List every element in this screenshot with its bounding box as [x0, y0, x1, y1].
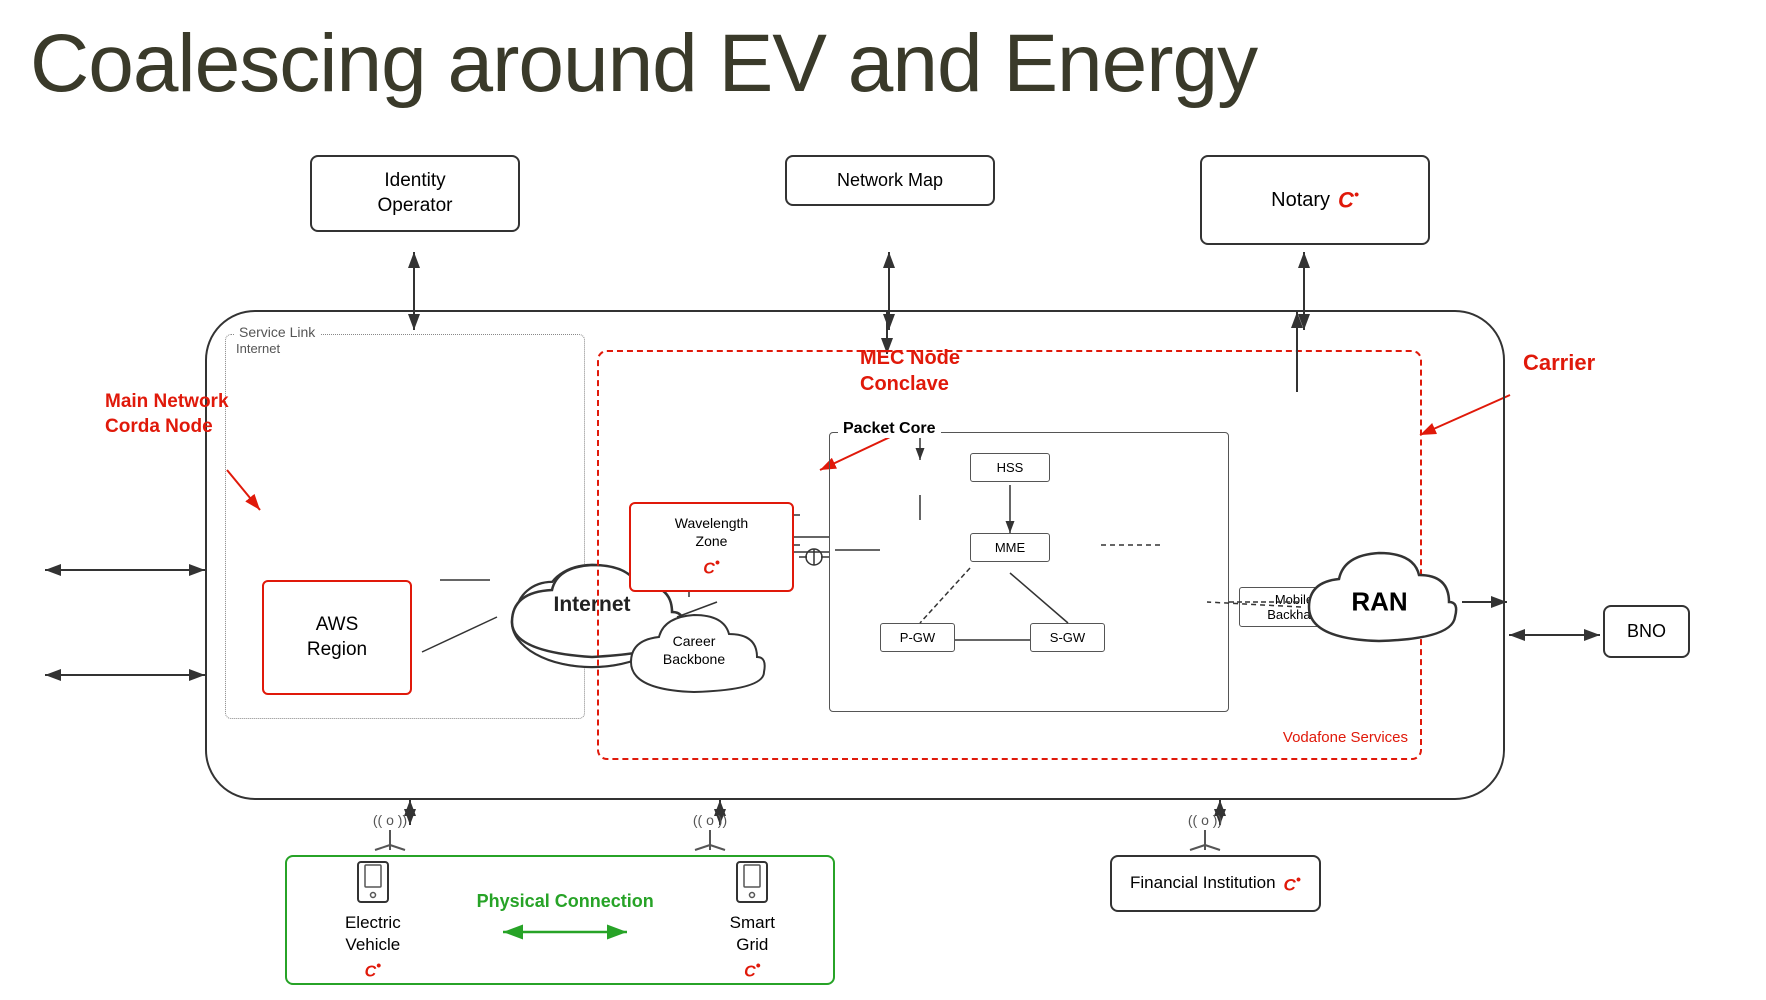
notary-label: Notary	[1271, 187, 1330, 213]
fi-label: Financial Institution	[1130, 873, 1276, 893]
ev-item: Electric Vehicle C	[345, 857, 401, 983]
sg-icon	[732, 857, 772, 907]
mec-annotation: MEC Node Conclave	[860, 345, 960, 397]
svg-text:(( o )): (( o ))	[693, 812, 727, 828]
corda-logo-wavelength: C	[703, 553, 719, 580]
corda-logo-notary: C	[1338, 185, 1359, 215]
network-map-box: Network Map	[785, 155, 995, 206]
physical-connection-box: Electric Vehicle C Physical Connection	[285, 855, 835, 985]
aws-region-box: AWS Region	[262, 580, 412, 695]
physical-connection-label: Physical Connection	[477, 891, 654, 912]
wavelength-zone-box: Wavelength Zone C	[629, 502, 794, 592]
ran-cloud: RAN	[1297, 527, 1462, 677]
tower-antenna-ev: (( o ))	[360, 795, 420, 855]
identity-operator-label: Identity Operator	[378, 170, 453, 216]
bno-label: BNO	[1627, 621, 1666, 641]
main-network-corda-annotation: Main Network Corda Node	[105, 390, 229, 439]
carrier-annotation: Carrier	[1523, 350, 1595, 376]
network-map-label: Network Map	[837, 170, 943, 190]
sg-label: Smart Grid	[730, 912, 775, 956]
page-title: Coalescing around EV and Energy	[30, 17, 1257, 111]
internet-sublabel: Internet	[236, 341, 280, 356]
ev-label: Electric Vehicle	[345, 912, 401, 956]
main-network-container: Service Link Internet AWS Region	[205, 310, 1505, 800]
connector-circle	[799, 542, 829, 572]
tower-ev-group: (( o ))	[360, 795, 420, 855]
svg-text:(( o )): (( o ))	[1188, 812, 1222, 828]
service-link-label: Service Link	[234, 324, 320, 340]
svg-text:(( o )): (( o ))	[373, 812, 407, 828]
notary-box: Notary C	[1200, 155, 1430, 245]
bidirectional-arrow	[495, 920, 635, 944]
corda-logo-fi: C	[1284, 871, 1301, 896]
tower-antenna-fi: (( o ))	[1175, 795, 1235, 855]
corda-logo-sg: C	[744, 956, 760, 983]
tower-fi-group: (( o ))	[1175, 795, 1235, 855]
corda-logo-ev: C	[365, 956, 381, 983]
ev-icon	[353, 857, 393, 907]
vodafone-services-label: Vodafone Services	[1283, 729, 1408, 746]
bno-box: BNO	[1603, 605, 1690, 658]
ran-text: RAN	[1351, 587, 1407, 618]
identity-operator-box: Identity Operator	[310, 155, 520, 232]
sg-item: Smart Grid C	[730, 857, 775, 983]
packet-core-svg	[830, 433, 1228, 711]
wavelength-zone-label: Wavelength Zone	[675, 514, 748, 550]
financial-institution-box: Financial Institution C	[1110, 855, 1321, 912]
tower-sg-group: (( o ))	[680, 795, 740, 855]
tower-antenna-sg: (( o ))	[680, 795, 740, 855]
packet-core-area: Packet Core HSS MME P-GW S-GW	[829, 432, 1229, 712]
aws-region-label: AWS Region	[307, 613, 367, 662]
physical-connection-label-area: Physical Connection	[477, 891, 654, 949]
career-backbone: Career Backbone	[619, 592, 769, 707]
diagram: Coalescing around EV and Energy	[20, 155, 1746, 975]
career-backbone-text: Career Backbone	[663, 631, 725, 667]
